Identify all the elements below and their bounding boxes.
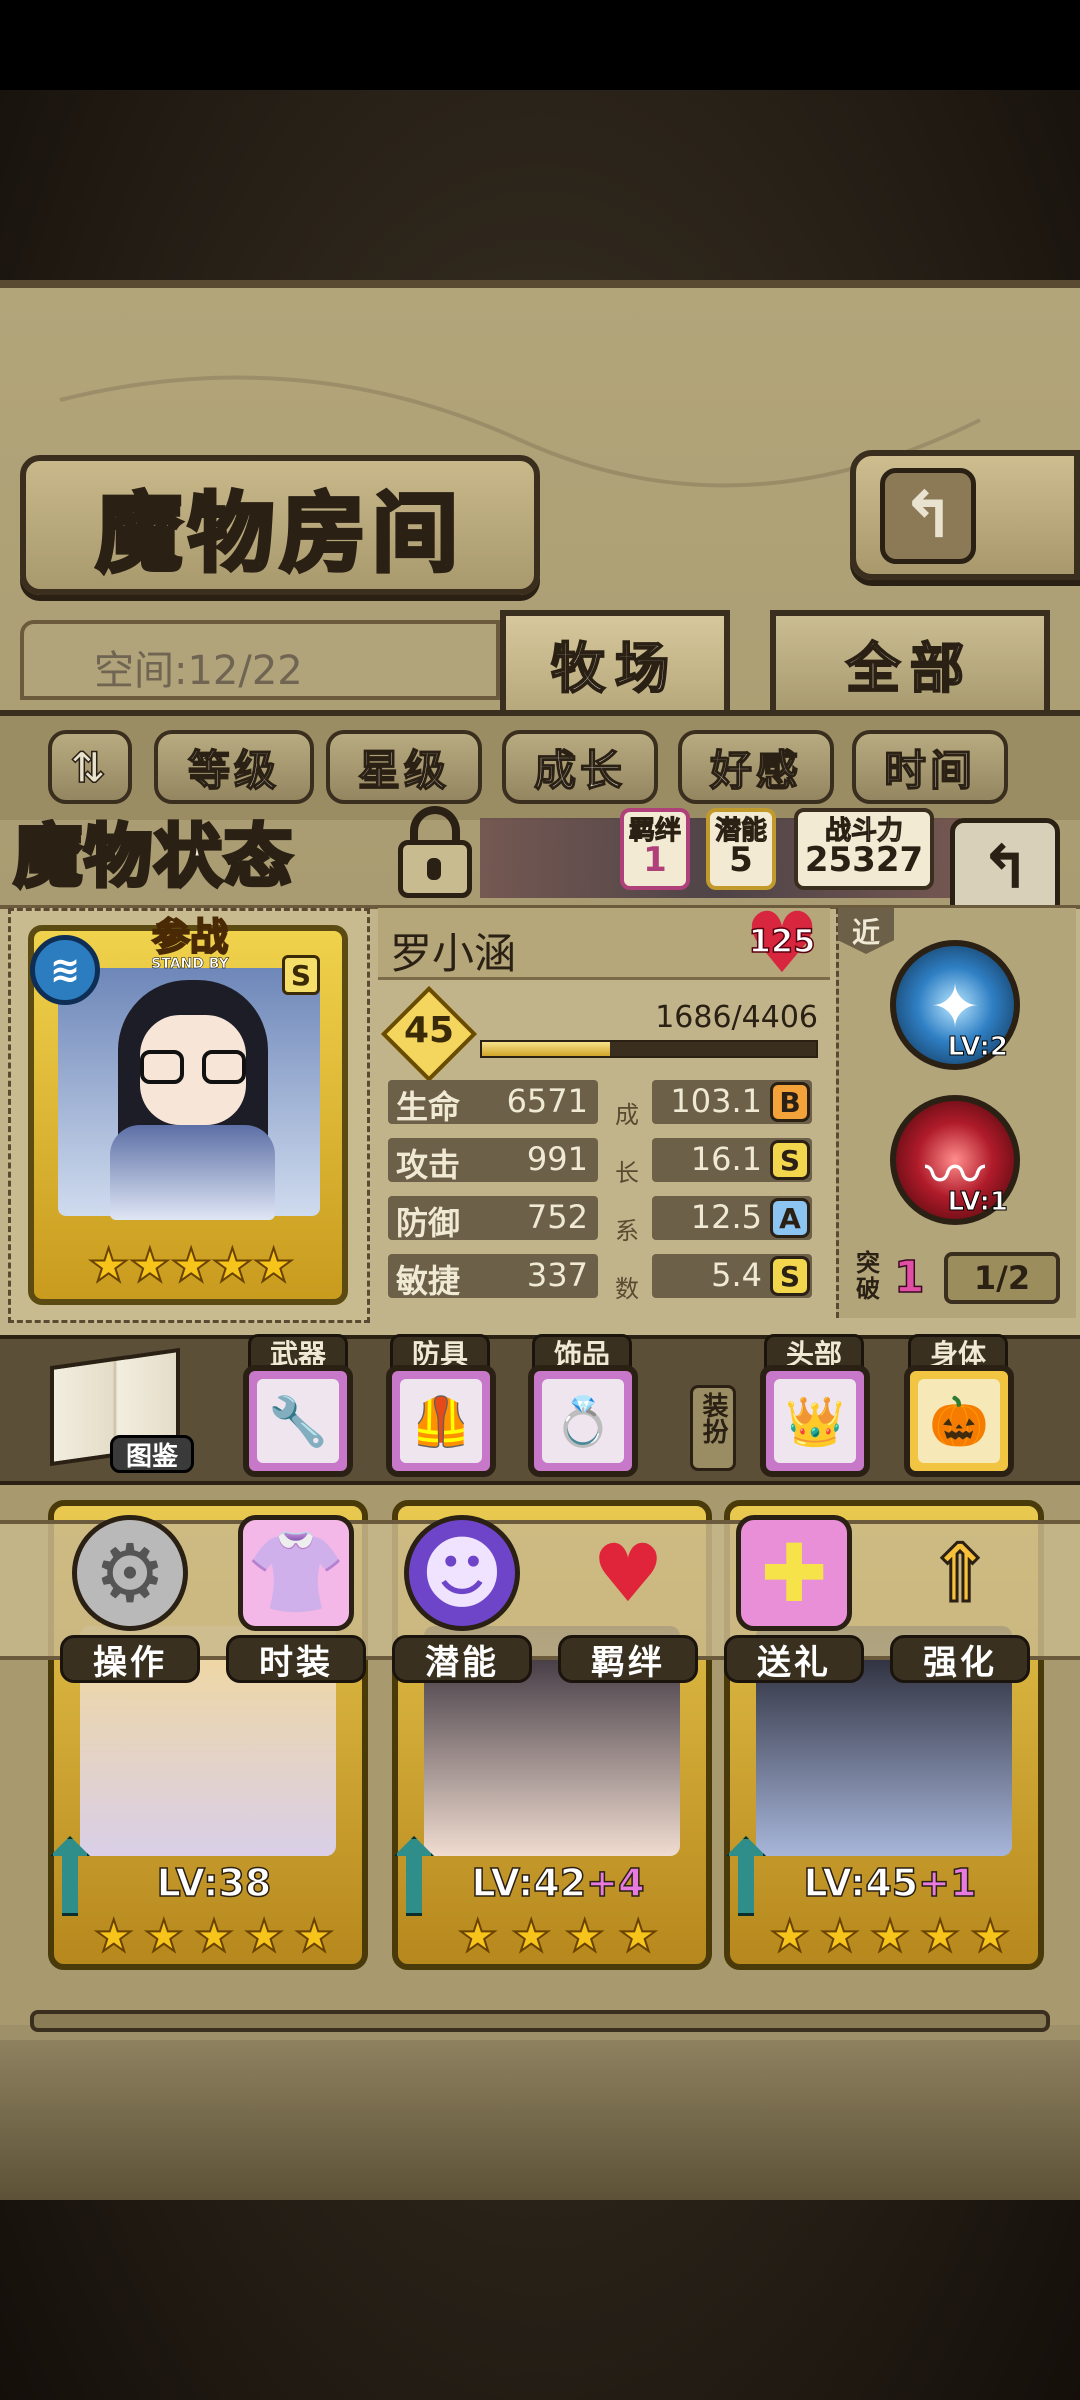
- water-element-icon: ≋: [30, 935, 100, 1005]
- sort-affinity-button[interactable]: 好感: [678, 730, 834, 804]
- space-text: 空间:12/22: [94, 648, 303, 694]
- arrow-up-icon: ⇑: [925, 1525, 995, 1621]
- standby-badge: 参战 STAND BY: [151, 915, 229, 972]
- breakthrough-count: 1: [893, 1251, 925, 1304]
- affinity-value: 125: [748, 921, 816, 961]
- grade-badge: B: [770, 1082, 810, 1122]
- outfit: [110, 1125, 275, 1220]
- breakthrough-label: 突破: [856, 1249, 880, 1303]
- demon-icon: ☻: [404, 1515, 520, 1631]
- skill-2-level: LV:1: [947, 1187, 1008, 1218]
- grade-badge: S: [770, 1256, 810, 1296]
- sort-toggle-button[interactable]: ⇅: [48, 730, 132, 804]
- growth-coefficient-label: 成长系数: [615, 1101, 639, 1303]
- bond-stat: 羁绊 1: [620, 808, 690, 890]
- bond-button[interactable]: ♥ 羁绊: [558, 1515, 698, 1685]
- fashion-label: 时装: [226, 1635, 366, 1683]
- power-stat: 战斗力 25327: [794, 808, 934, 890]
- sort-level-button[interactable]: 等级: [154, 730, 314, 804]
- potential-button[interactable]: ☻ 潜能: [392, 1515, 532, 1685]
- status-bar: [0, 0, 1080, 90]
- ring-icon: 💍: [542, 1379, 624, 1463]
- affinity-heart: ♥ 125: [742, 901, 822, 985]
- gift-icon: ✚: [736, 1515, 852, 1631]
- space-indicator: 空间:12/22: [20, 620, 500, 700]
- armor-slot[interactable]: 🦺: [386, 1365, 496, 1477]
- monster-card-level: LV:45+1: [803, 1860, 978, 1906]
- enhance-label: 强化: [890, 1635, 1030, 1683]
- bond-label: 羁绊: [558, 1635, 698, 1683]
- bottom-area: [0, 2040, 1080, 2200]
- weapon-icon: 🔧: [257, 1379, 339, 1463]
- status-title: 魔物状态: [12, 815, 295, 899]
- stat-row-defense: 防御 752: [388, 1196, 598, 1242]
- codex-label: 图鉴: [110, 1435, 194, 1473]
- stat-row-attack: 攻击 991: [388, 1138, 598, 1184]
- monster-card-level: LV:42+4: [471, 1860, 646, 1906]
- exp-text: 1686/4406: [655, 1000, 818, 1035]
- sort-time-button[interactable]: 时间: [852, 730, 1008, 804]
- level-value: 45: [403, 1010, 455, 1051]
- fashion-button[interactable]: 👚 时装: [226, 1515, 366, 1685]
- grade-badge: S: [770, 1140, 810, 1180]
- growth-row-agility: 5.4 S: [652, 1254, 812, 1298]
- gear-icon: ⚙: [72, 1515, 188, 1631]
- operate-button[interactable]: ⚙ 操作: [60, 1515, 200, 1685]
- weapon-slot[interactable]: 🔧: [243, 1365, 353, 1477]
- tab-all-label: 全部: [845, 636, 974, 701]
- lock-icon[interactable]: [390, 800, 480, 900]
- back-button[interactable]: ↰: [850, 450, 1080, 580]
- skill-2-button[interactable]: 〰 LV:1: [890, 1095, 1020, 1225]
- skill-1-level: LV:2: [947, 1032, 1008, 1063]
- enhance-button[interactable]: ⇑ 强化: [890, 1515, 1030, 1685]
- monster-card-level: LV:38: [156, 1860, 272, 1906]
- sort-star-button[interactable]: 星级: [326, 730, 482, 804]
- accessory-slot[interactable]: 💍: [528, 1365, 638, 1477]
- gift-button[interactable]: ✚ 送礼: [724, 1515, 864, 1685]
- monster-card-stars: ★ ★ ★ ★: [457, 1910, 659, 1963]
- growth-row-hp: 103.1 B: [652, 1080, 812, 1124]
- monster-card-stars: ★ ★ ★ ★ ★: [93, 1910, 335, 1963]
- armor-icon: 🦺: [400, 1379, 482, 1463]
- growth-row-attack: 16.1 S: [652, 1138, 812, 1182]
- portrait-stars: ★ ★ ★ ★ ★: [87, 1238, 295, 1292]
- list-bottom-border: [30, 2010, 1050, 2032]
- exp-bar-fill: [482, 1042, 610, 1056]
- back-arrow-icon: ↰: [880, 468, 976, 564]
- monster-name: 罗小涵: [390, 929, 517, 978]
- return-arrow-icon: ↰: [979, 833, 1031, 903]
- potential-label: 潜能: [392, 1635, 532, 1683]
- sort-growth-button[interactable]: 成长: [502, 730, 658, 804]
- page-title: 魔物房间: [20, 455, 540, 595]
- grade-badge: A: [770, 1198, 810, 1238]
- tab-all[interactable]: 全部: [770, 610, 1050, 710]
- stat-row-agility: 敏捷 337: [388, 1254, 598, 1300]
- growth-row-defense: 12.5 A: [652, 1196, 812, 1240]
- rank-badge: S: [282, 955, 320, 995]
- return-button[interactable]: ↰: [950, 818, 1060, 918]
- potential-stat: 潜能 5: [706, 808, 776, 890]
- breakthrough-progress: 1/2: [944, 1252, 1060, 1304]
- operate-label: 操作: [60, 1635, 200, 1683]
- stat-row-hp: 生命 6571: [388, 1080, 598, 1126]
- codex-button[interactable]: 图鉴: [40, 1345, 194, 1475]
- dress-label: 装扮: [690, 1385, 736, 1471]
- monster-card-stars: ★ ★ ★ ★ ★: [769, 1910, 1011, 1963]
- hearts-icon: ♥: [592, 1526, 664, 1620]
- glasses: [140, 1050, 246, 1084]
- head-slot[interactable]: 👑: [760, 1365, 870, 1477]
- clothes-icon: 👚: [238, 1515, 354, 1631]
- gift-label: 送礼: [724, 1635, 864, 1683]
- tab-ranch[interactable]: 牧场: [500, 610, 730, 710]
- pumpkin-icon: 🎃: [918, 1379, 1000, 1463]
- tab-ranch-label: 牧场: [550, 636, 679, 701]
- breakthrough[interactable]: 突破 1 1/2: [848, 1250, 1068, 1308]
- body-slot[interactable]: 🎃: [904, 1365, 1014, 1477]
- crown-icon: 👑: [774, 1379, 856, 1463]
- skill-1-button[interactable]: ✦ LV:2: [890, 940, 1020, 1070]
